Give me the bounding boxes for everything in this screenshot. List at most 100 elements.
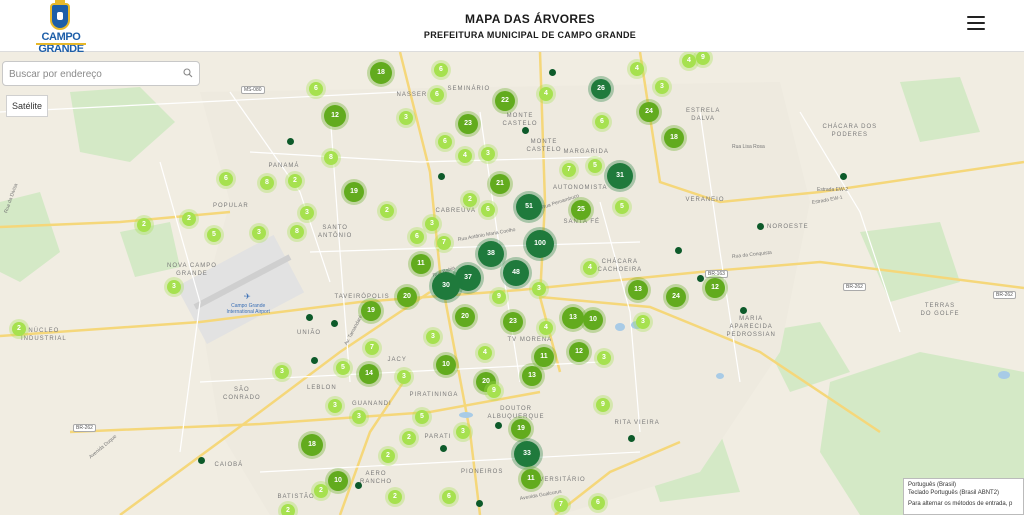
single-tree-marker[interactable] (739, 306, 747, 314)
tree-cluster-marker[interactable]: 3 (636, 315, 650, 329)
tree-cluster-marker[interactable]: 6 (410, 230, 424, 244)
tree-cluster-marker[interactable]: 11 (411, 254, 431, 274)
tree-cluster-marker[interactable]: 4 (458, 149, 472, 163)
tree-cluster-marker[interactable]: 2 (182, 212, 196, 226)
single-tree-marker[interactable] (521, 126, 529, 134)
tree-cluster-marker[interactable]: 3 (328, 399, 342, 413)
hamburger-menu-icon[interactable] (967, 16, 985, 32)
single-tree-marker[interactable] (197, 456, 205, 464)
tree-cluster-marker[interactable]: 19 (511, 419, 531, 439)
single-tree-marker[interactable] (696, 274, 704, 282)
tree-cluster-marker[interactable]: 6 (219, 172, 233, 186)
tree-cluster-marker[interactable]: 4 (478, 346, 492, 360)
single-tree-marker[interactable] (310, 356, 318, 364)
single-tree-marker[interactable] (286, 137, 294, 145)
tree-cluster-marker[interactable]: 10 (583, 310, 603, 330)
tree-cluster-marker[interactable]: 6 (430, 88, 444, 102)
single-tree-marker[interactable] (354, 481, 362, 489)
tree-cluster-marker[interactable]: 3 (481, 147, 495, 161)
tree-cluster-marker[interactable]: 38 (478, 241, 504, 267)
city-logo[interactable]: CAMPO GRANDE (22, 0, 100, 55)
tree-cluster-marker[interactable]: 18 (664, 128, 684, 148)
tree-cluster-marker[interactable]: 10 (436, 355, 456, 375)
tree-cluster-marker[interactable]: 13 (522, 366, 542, 386)
tree-cluster-marker[interactable]: 18 (301, 434, 323, 456)
tree-cluster-marker[interactable]: 19 (344, 182, 364, 202)
single-tree-marker[interactable] (439, 444, 447, 452)
tree-cluster-marker[interactable]: 9 (487, 384, 501, 398)
tree-cluster-marker[interactable]: 3 (167, 280, 181, 294)
tree-cluster-marker[interactable]: 5 (415, 410, 429, 424)
tree-cluster-marker[interactable]: 7 (562, 163, 576, 177)
tree-cluster-marker[interactable]: 26 (591, 79, 611, 99)
tree-cluster-marker[interactable]: 25 (571, 200, 591, 220)
tree-cluster-marker[interactable]: 100 (526, 230, 554, 258)
tree-cluster-marker[interactable]: 3 (300, 206, 314, 220)
tree-cluster-marker[interactable]: 6 (434, 63, 448, 77)
tree-cluster-marker[interactable]: 3 (252, 226, 266, 240)
tree-cluster-marker[interactable]: 6 (481, 203, 495, 217)
tree-cluster-marker[interactable]: 3 (352, 410, 366, 424)
tree-cluster-marker[interactable]: 3 (456, 425, 470, 439)
tree-cluster-marker[interactable]: 11 (521, 469, 541, 489)
tree-cluster-marker[interactable]: 3 (275, 365, 289, 379)
tree-cluster-marker[interactable]: 13 (562, 307, 584, 329)
tree-cluster-marker[interactable]: 4 (630, 62, 644, 76)
tree-cluster-marker[interactable]: 22 (495, 91, 515, 111)
single-tree-marker[interactable] (674, 246, 682, 254)
tree-cluster-marker[interactable]: 23 (458, 114, 478, 134)
single-tree-marker[interactable] (627, 434, 635, 442)
tree-cluster-marker[interactable]: 20 (397, 287, 417, 307)
tree-cluster-marker[interactable]: 19 (361, 301, 381, 321)
tree-cluster-marker[interactable]: 6 (595, 115, 609, 129)
search-icon[interactable] (183, 68, 193, 78)
single-tree-marker[interactable] (756, 222, 764, 230)
tree-cluster-marker[interactable]: 3 (655, 80, 669, 94)
tree-cluster-marker[interactable]: 6 (591, 496, 605, 510)
tree-cluster-marker[interactable]: 12 (324, 105, 346, 127)
tree-cluster-marker[interactable]: 12 (705, 278, 725, 298)
single-tree-marker[interactable] (330, 319, 338, 327)
tree-cluster-marker[interactable]: 2 (402, 431, 416, 445)
tree-cluster-marker[interactable]: 5 (336, 361, 350, 375)
tree-cluster-marker[interactable]: 21 (490, 174, 510, 194)
tree-cluster-marker[interactable]: 6 (438, 135, 452, 149)
tree-cluster-marker[interactable]: 31 (607, 163, 633, 189)
tree-cluster-marker[interactable]: 2 (281, 504, 295, 515)
single-tree-marker[interactable] (475, 499, 483, 507)
single-tree-marker[interactable] (494, 421, 502, 429)
tree-cluster-marker[interactable]: 10 (328, 471, 348, 491)
single-tree-marker[interactable] (437, 172, 445, 180)
tree-cluster-marker[interactable]: 4 (583, 261, 597, 275)
tree-cluster-marker[interactable]: 2 (137, 218, 151, 232)
tree-cluster-marker[interactable]: 3 (399, 111, 413, 125)
tree-cluster-marker[interactable]: 4 (682, 54, 696, 68)
tree-cluster-marker[interactable]: 2 (381, 449, 395, 463)
tree-cluster-marker[interactable]: 23 (503, 312, 523, 332)
tree-cluster-marker[interactable]: 7 (365, 341, 379, 355)
tree-cluster-marker[interactable]: 12 (569, 342, 589, 362)
tree-cluster-marker[interactable]: 3 (397, 370, 411, 384)
tree-cluster-marker[interactable]: 3 (425, 217, 439, 231)
tree-cluster-marker[interactable]: 8 (324, 151, 338, 165)
tree-cluster-marker[interactable]: 48 (503, 260, 529, 286)
tree-cluster-marker[interactable]: 18 (370, 62, 392, 84)
tree-cluster-marker[interactable]: 8 (260, 176, 274, 190)
tree-cluster-marker[interactable]: 5 (588, 159, 602, 173)
tree-cluster-marker[interactable]: 2 (288, 174, 302, 188)
single-tree-marker[interactable] (305, 313, 313, 321)
single-tree-marker[interactable] (839, 172, 847, 180)
tree-cluster-marker[interactable]: 4 (539, 321, 553, 335)
tree-cluster-marker[interactable]: 4 (539, 87, 553, 101)
satellite-toggle-button[interactable]: Satélite (6, 95, 48, 117)
tree-cluster-marker[interactable]: 14 (359, 364, 379, 384)
tree-cluster-marker[interactable]: 7 (554, 498, 568, 512)
tree-cluster-marker[interactable]: 13 (628, 280, 648, 300)
tree-cluster-marker[interactable]: 20 (455, 307, 475, 327)
tree-cluster-marker[interactable]: 11 (534, 347, 554, 367)
tree-cluster-marker[interactable]: 9 (596, 398, 610, 412)
tree-cluster-marker[interactable]: 3 (532, 282, 546, 296)
tree-cluster-marker[interactable]: 24 (639, 102, 659, 122)
tree-cluster-marker[interactable]: 2 (380, 204, 394, 218)
tree-cluster-marker[interactable]: 51 (516, 194, 542, 220)
